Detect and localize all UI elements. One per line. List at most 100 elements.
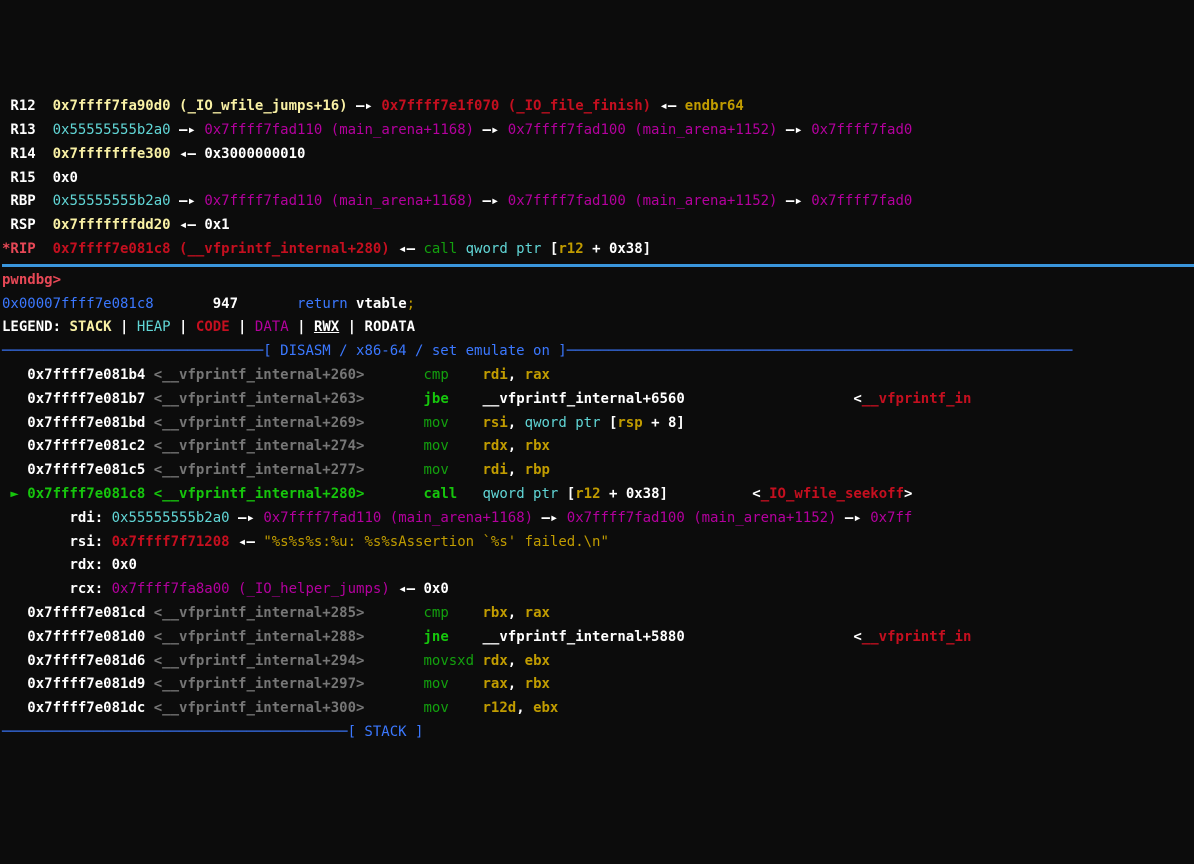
legend-rwx: RWX: [314, 319, 339, 335]
pointer-1: 0x7ffff7e1f070 (_IO_file_finish): [381, 98, 651, 114]
disasm-line: 0x7ffff7e081b4 <__vfprintf_internal+260>…: [2, 364, 1194, 388]
disasm-sym: <__vfprintf_internal+288>: [154, 629, 365, 645]
pad: [364, 415, 423, 431]
arrow-icon: —▸: [171, 122, 205, 138]
arrow-icon: —▸: [836, 510, 870, 526]
register-value: 0x7ffff7fa90d0: [53, 98, 171, 114]
branch-target: __vfprintf_internal+6560: [482, 391, 684, 407]
dereference: endbr64: [685, 98, 744, 114]
pad: [2, 700, 27, 716]
dereference: 0x1: [204, 217, 229, 233]
pad: [2, 534, 69, 550]
disasm-sym: <__vfprintf_internal+285>: [154, 605, 365, 621]
pad: [2, 510, 69, 526]
rule-right: ────────────────────────────────────────…: [567, 343, 1073, 359]
op-reg: rbx: [525, 438, 550, 454]
pad: [2, 462, 27, 478]
arg-name: rcx:: [69, 581, 111, 597]
pad: [364, 462, 423, 478]
op-reg: rdx: [482, 438, 507, 454]
mnemonic: mov: [423, 415, 482, 431]
register-rbp: RBP 0x55555555b2a0 —▸ 0x7ffff7fad110 (ma…: [2, 190, 1194, 214]
op-punct: +: [601, 486, 626, 502]
pad: [2, 391, 27, 407]
jump-ref: __vfprintf_in: [862, 629, 972, 645]
op-reg: ebx: [533, 700, 558, 716]
disasm-sym: <__vfprintf_internal+294>: [154, 653, 365, 669]
op-punct: [: [567, 486, 575, 502]
pointer-2: 0x7ffff7fad100 (main_arena+1152): [508, 122, 778, 138]
disasm-line: ► 0x7ffff7e081c8 <__vfprintf_internal+28…: [2, 483, 1194, 507]
legend-stack: STACK: [69, 319, 111, 335]
disasm-line: 0x7ffff7e081c2 <__vfprintf_internal+274>…: [2, 435, 1194, 459]
pad: [2, 629, 27, 645]
op-punct: ,: [508, 415, 525, 431]
legend-rodata: RODATA: [365, 319, 416, 335]
pad: [154, 296, 213, 312]
mnemonic: cmp: [423, 367, 482, 383]
mnemonic: mov: [423, 462, 482, 478]
disasm-line: 0x7ffff7e081b7 <__vfprintf_internal+263>…: [2, 388, 1194, 412]
call-ref: _IO_wfile_seekoff: [761, 486, 904, 502]
legend-label: LEGEND:: [2, 319, 69, 335]
register-rip: *RIP 0x7ffff7e081c8 (__vfprintf_internal…: [2, 238, 1194, 262]
disasm-addr: 0x7ffff7e081d6: [27, 653, 153, 669]
register-value: 0x0: [53, 170, 78, 186]
arg-string: "%s%s%s:%u: %s%sAssertion `%s' failed.\n…: [263, 534, 609, 550]
pad: [668, 486, 752, 502]
op-punct: ,: [508, 676, 525, 692]
arrow-icon: —▸: [777, 193, 811, 209]
op-reg: rdi: [482, 367, 507, 383]
pad: [2, 581, 69, 597]
disasm-addr: 0x7ffff7e081d0: [27, 629, 153, 645]
register-name: RSP: [2, 217, 44, 233]
rule-left: ────────────────────────────────────────…: [2, 724, 348, 740]
arg-value: 0x0: [112, 557, 137, 573]
pad: [2, 367, 27, 383]
register-name: R13: [2, 122, 44, 138]
op-reg: rax: [482, 676, 507, 692]
register-name: R14: [2, 146, 44, 162]
arg-value: 0x7ffff7fa8a00 (_IO_helper_jumps): [112, 581, 390, 597]
prompt[interactable]: pwndbg>: [2, 272, 69, 288]
arg-deref: 0x0: [423, 581, 448, 597]
pad: [364, 700, 423, 716]
disasm-sym: <__vfprintf_internal+269>: [154, 415, 365, 431]
pointer-3: 0x7ffff7fad0: [811, 193, 912, 209]
op-size: qword ptr: [525, 415, 609, 431]
op-punct: ]: [676, 415, 684, 431]
disasm-sym: <__vfprintf_internal+260>: [154, 367, 365, 383]
op-reg: rdi: [482, 462, 507, 478]
back-arrow-icon: ◂—: [390, 581, 424, 597]
bracket: <: [853, 391, 861, 407]
back-arrow-icon: ◂—: [171, 217, 205, 233]
arrow-icon: —▸: [777, 122, 811, 138]
disasm-sym: <__vfprintf_internal+300>: [154, 700, 365, 716]
pad: [2, 438, 27, 454]
disasm-addr: 0x7ffff7e081b4: [27, 367, 153, 383]
legend-data: DATA: [255, 319, 289, 335]
arrow-icon: —▸: [533, 510, 567, 526]
register-r12: R12 0x7ffff7fa90d0 (_IO_wfile_jumps+16) …: [2, 95, 1194, 119]
pad: [364, 486, 423, 502]
pad: [238, 296, 297, 312]
arrow-icon: —▸: [474, 193, 508, 209]
arg-name: rsi:: [69, 534, 111, 550]
prompt-line: pwndbg>: [2, 269, 1194, 293]
register-name: R12: [2, 98, 44, 114]
register-value: 0x55555555b2a0: [53, 122, 171, 138]
op-imm: 0x38: [626, 486, 660, 502]
op-reg: rsp: [617, 415, 642, 431]
mnemonic: mov: [423, 700, 482, 716]
source-line: 0x00007ffff7e081c8 947 return vtable;: [2, 293, 1194, 317]
arrow-icon: —▸: [348, 98, 382, 114]
arg-value: 0x55555555b2a0: [112, 510, 230, 526]
register-name: RBP: [2, 193, 44, 209]
call-arg-rcx: rcx: 0x7ffff7fa8a00 (_IO_helper_jumps) ◂…: [2, 578, 1194, 602]
src-addr: 0x00007ffff7e081c8: [2, 296, 154, 312]
disasm-line: 0x7ffff7e081bd <__vfprintf_internal+269>…: [2, 412, 1194, 436]
register-name: R15: [2, 170, 44, 186]
register-rsp: RSP 0x7fffffffdd20 ◂— 0x1: [2, 214, 1194, 238]
pad: [685, 391, 854, 407]
disasm-addr: 0x7ffff7e081c5: [27, 462, 153, 478]
